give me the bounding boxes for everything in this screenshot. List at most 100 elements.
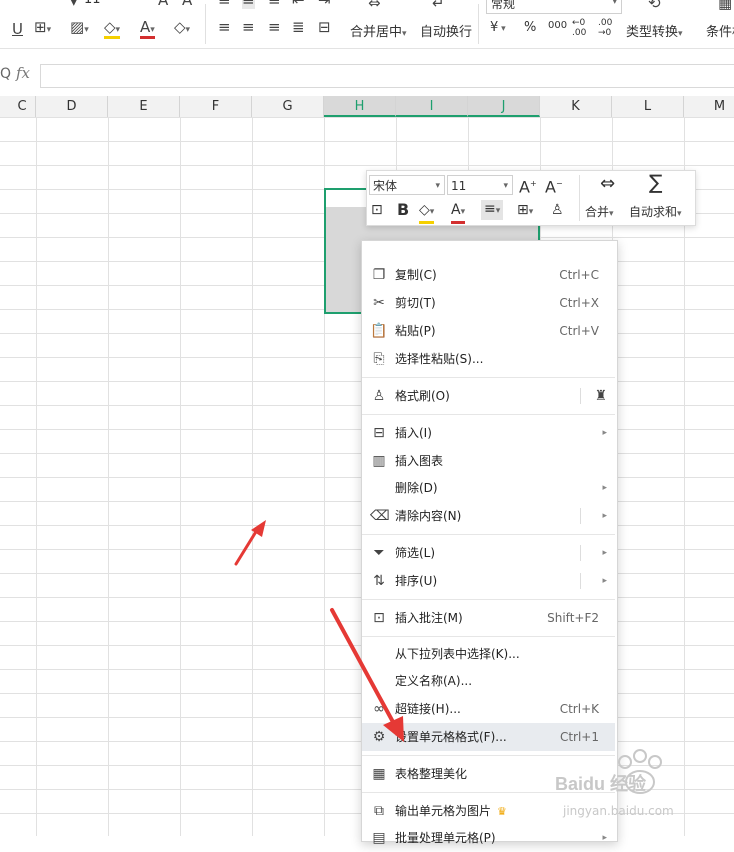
- column-header-l[interactable]: L: [612, 96, 684, 117]
- column-header-e[interactable]: E: [108, 96, 180, 117]
- eraser-icon[interactable]: ◇▾: [174, 18, 190, 36]
- increase-decimal-button[interactable]: ←0 .00: [572, 18, 594, 38]
- thousands-button[interactable]: 000: [548, 20, 567, 31]
- menu-item-define-name[interactable]: 定义名称(A)...: [362, 667, 615, 695]
- menu-item-clear-contents[interactable]: ⌫ 清除内容(N) ▸: [362, 502, 615, 530]
- decrease-font-icon[interactable]: A−: [545, 175, 563, 196]
- align-center-icon[interactable]: ≡: [242, 18, 255, 36]
- menu-label: 粘贴(P): [395, 324, 436, 338]
- type-convert-button[interactable]: 类型转换▾: [626, 21, 683, 40]
- paste-icon: 📋: [370, 323, 388, 339]
- font-size-dropdown[interactable]: 11: [84, 0, 101, 7]
- bold-button[interactable]: B: [397, 201, 409, 219]
- menu-label: 表格整理美化: [395, 767, 468, 781]
- decrease-decimal-button[interactable]: .00 →0: [598, 18, 620, 38]
- sort-icon: ⇅: [373, 573, 385, 589]
- format-painter-icon[interactable]: ♙: [551, 201, 564, 219]
- align-bottom-icon[interactable]: ≡: [268, 0, 281, 9]
- merge-icon[interactable]: ⇔: [600, 175, 615, 193]
- menu-label: 剪切(T): [395, 296, 436, 310]
- increase-font-icon[interactable]: A+: [519, 175, 537, 196]
- merge-center-button[interactable]: 合并居中▾: [350, 21, 407, 40]
- column-header-h[interactable]: H: [324, 96, 396, 117]
- menu-item-insert-chart[interactable]: ▥ 插入图表: [362, 447, 615, 475]
- column-header-m[interactable]: M: [684, 96, 734, 117]
- chevron-down-icon: ▾: [503, 181, 508, 191]
- mini-font-size-dropdown[interactable]: 11 ▾: [447, 175, 513, 195]
- font-color-icon[interactable]: A▾: [451, 201, 466, 224]
- column-header-f[interactable]: F: [180, 96, 252, 117]
- menu-item-paste[interactable]: 📋 粘贴(P) Ctrl+V: [362, 317, 615, 345]
- number-format-dropdown[interactable]: 常规 ▾: [486, 0, 622, 14]
- menu-label: 清除内容(N): [395, 509, 462, 523]
- menu-item-format-cells[interactable]: ⚙ 设置单元格格式(F)... Ctrl+1: [362, 723, 615, 751]
- watermark-url: jingyan.baidu.com: [563, 804, 674, 818]
- menu-item-paste-special[interactable]: ⎘ 选择性粘贴(S)...: [362, 345, 615, 373]
- menu-label: 输出单元格为图片: [395, 804, 492, 818]
- distributed-icon[interactable]: ⊟: [318, 18, 331, 36]
- currency-button[interactable]: ¥ ▾: [490, 20, 506, 35]
- merge-center-label: 合并居中: [350, 25, 403, 40]
- fill-color-icon[interactable]: ◇▾: [419, 201, 435, 224]
- column-header-d[interactable]: D: [36, 96, 108, 117]
- merge-icon: ⇔: [368, 0, 381, 12]
- border-icon[interactable]: ⊞▾: [34, 18, 51, 36]
- wrap-text-button[interactable]: 自动换行: [420, 21, 472, 40]
- autosum-icon[interactable]: ∑: [649, 172, 662, 192]
- menu-shortcut: Ctrl+1: [559, 730, 599, 744]
- increase-font-icon[interactable]: A: [158, 0, 168, 9]
- fill-color-icon[interactable]: ◇▾: [104, 18, 121, 39]
- percent-button[interactable]: %: [524, 20, 536, 35]
- menu-shortcut: Ctrl+X: [559, 296, 599, 310]
- chevron-right-icon: ▸: [602, 576, 607, 586]
- menu-item-copy[interactable]: ❐ 复制(C) Ctrl+C: [362, 261, 615, 289]
- menu-item-pick-from-list[interactable]: 从下拉列表中选择(K)...: [362, 640, 615, 668]
- menu-separator: [362, 599, 615, 600]
- cond-format-button[interactable]: 条件格: [706, 21, 734, 40]
- menu-vertical-divider: [580, 508, 581, 524]
- menu-item-sort[interactable]: ⇅ 排序(U) ▸: [362, 567, 615, 595]
- copy-icon: ❐: [372, 267, 386, 283]
- font-name-dropdown[interactable]: ▾: [70, 0, 78, 10]
- column-header-k[interactable]: K: [540, 96, 612, 117]
- menu-item-delete[interactable]: 删除(D) ▸: [362, 474, 615, 502]
- chevron-right-icon: ▸: [602, 511, 607, 521]
- menu-item-filter[interactable]: ⏷ 筛选(L) ▸: [362, 539, 615, 567]
- select-icon[interactable]: ⊡: [371, 201, 383, 219]
- fx-icon[interactable]: fx: [16, 64, 30, 82]
- menu-label-export-image: 输出单元格为图片 ♛: [395, 797, 507, 826]
- chevron-down-icon: ▾: [612, 0, 617, 7]
- font-color-icon[interactable]: A▾: [140, 18, 155, 39]
- menu-item-insert-comment[interactable]: ⊡ 插入批注(M) Shift+F2: [362, 604, 615, 632]
- mini-merge-button[interactable]: 合并▾: [585, 203, 614, 220]
- menu-item-hyperlink[interactable]: ∞ 超链接(H)... Ctrl+K: [362, 695, 615, 723]
- align-left-icon[interactable]: ≡: [218, 18, 231, 36]
- decrease-font-icon[interactable]: A: [182, 0, 192, 9]
- format-painter-lock-icon[interactable]: ♜: [594, 382, 607, 410]
- indent-increase-icon[interactable]: ⇥: [318, 0, 331, 9]
- border-icon[interactable]: ⊞▾: [517, 201, 533, 221]
- menu-label: 定义名称(A)...: [395, 674, 473, 688]
- menu-label: 选择性粘贴(S)...: [395, 352, 484, 366]
- column-header-c[interactable]: C: [0, 96, 36, 117]
- indent-decrease-icon[interactable]: ⇤: [292, 0, 305, 9]
- column-header-j[interactable]: J: [468, 96, 540, 117]
- menu-item-cut[interactable]: ✂ 剪切(T) Ctrl+X: [362, 289, 615, 317]
- mini-autosum-label: 自动求和: [629, 205, 678, 219]
- column-header-i[interactable]: I: [396, 96, 468, 117]
- mini-autosum-button[interactable]: 自动求和▾: [629, 203, 682, 220]
- menu-item-insert[interactable]: ⊟ 插入(I) ▸: [362, 419, 615, 447]
- align-center-icon[interactable]: ≡▾: [481, 200, 504, 220]
- menu-item-format-painter[interactable]: ♙ 格式刷(O) ♜: [362, 382, 615, 410]
- formula-input[interactable]: [40, 64, 734, 88]
- align-right-icon[interactable]: ≡: [268, 18, 281, 36]
- fill-pattern-icon[interactable]: ▨▾: [70, 18, 89, 36]
- align-middle-icon[interactable]: ≡: [242, 0, 255, 9]
- column-header-g[interactable]: G: [252, 96, 324, 117]
- align-top-icon[interactable]: ≡: [218, 0, 231, 9]
- mini-font-name-dropdown[interactable]: 宋体 ▾: [369, 175, 445, 195]
- chevron-right-icon: ▸: [602, 428, 607, 438]
- menu-shortcut: Ctrl+K: [559, 702, 599, 716]
- justify-icon[interactable]: ≣: [292, 18, 305, 36]
- underline-icon[interactable]: U: [12, 20, 23, 38]
